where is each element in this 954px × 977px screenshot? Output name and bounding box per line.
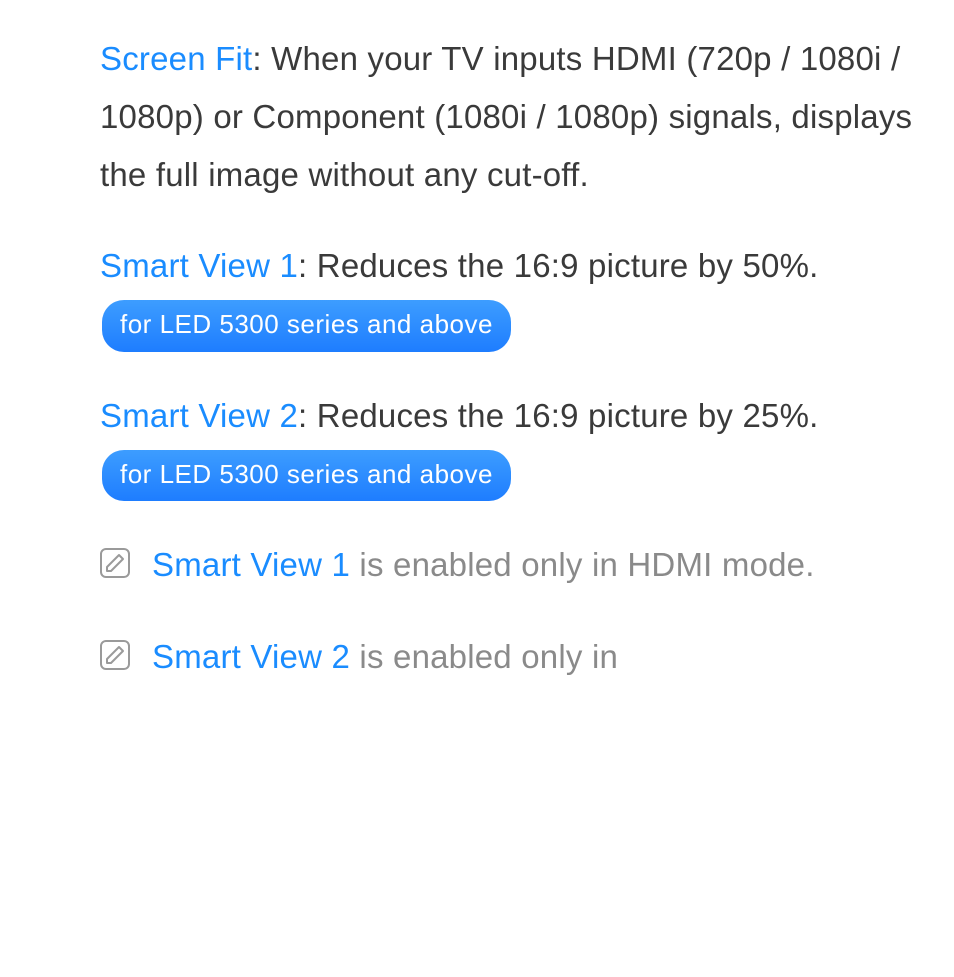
term-description: : Reduces the 16:9 picture by 25%.: [298, 397, 818, 434]
note-text: is enabled only in: [350, 638, 618, 675]
definition-entry: Screen Fit: When your TV inputs HDMI (72…: [100, 30, 914, 203]
definition-entry: Smart View 2: Reduces the 16:9 picture b…: [100, 387, 914, 503]
note-item: Smart View 1 is enabled only in HDMI mod…: [100, 536, 914, 594]
term-label: Smart View 2: [100, 397, 298, 434]
model-badge: for LED 5300 series and above: [102, 450, 511, 502]
note-term: Smart View 2: [152, 638, 350, 675]
term-description: : Reduces the 16:9 picture by 50%.: [298, 247, 818, 284]
note-text: is enabled only in HDMI mode.: [350, 546, 815, 583]
model-badge: for LED 5300 series and above: [102, 300, 511, 352]
term-label: Screen Fit: [100, 40, 252, 77]
manual-page: Screen Fit: When your TV inputs HDMI (72…: [0, 0, 954, 977]
definition-entry: Smart View 1: Reduces the 16:9 picture b…: [100, 237, 914, 353]
note-term: Smart View 1: [152, 546, 350, 583]
term-label: Smart View 1: [100, 247, 298, 284]
note-item: Smart View 2 is enabled only in: [100, 628, 914, 686]
note-icon: [100, 548, 130, 578]
note-icon: [100, 640, 130, 670]
